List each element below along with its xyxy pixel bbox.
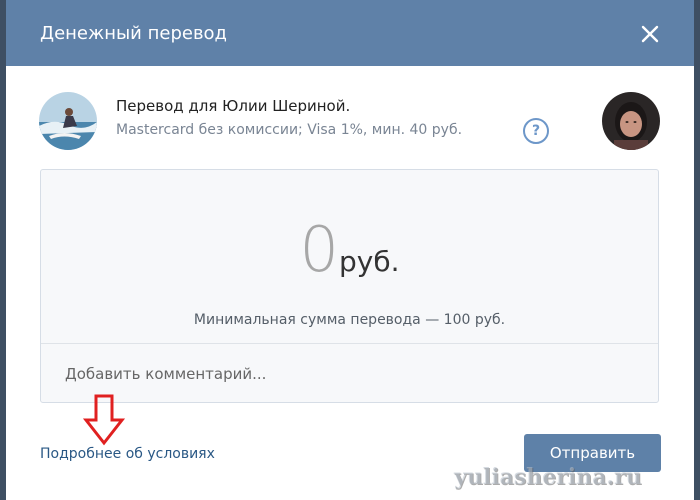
terms-link[interactable]: Подробнее об условиях — [40, 444, 215, 464]
minimum-amount-note: Минимальная сумма перевода — 100 руб. — [193, 312, 506, 328]
divider — [41, 343, 658, 344]
dialog-header: Денежный перевод — [6, 0, 694, 66]
recipient-row: Перевод для Юлии Шериной. Mastercard без… — [6, 88, 694, 152]
close-icon — [641, 25, 659, 43]
close-button[interactable] — [636, 20, 664, 48]
amount-value: 0 — [299, 213, 339, 286]
recipient-avatar[interactable] — [602, 92, 660, 150]
sender-avatar[interactable] — [39, 92, 97, 150]
dialog-title: Денежный перевод — [40, 23, 228, 44]
backdrop-right — [694, 0, 700, 500]
surfer-photo-icon — [39, 92, 97, 150]
fee-info: Mastercard без комиссии; Visa 1%, мин. 4… — [116, 122, 463, 138]
watermark: yuliasherina.ru — [454, 464, 642, 490]
question-icon: ? — [531, 123, 541, 139]
money-transfer-dialog: Денежный перевод Перевод для Юлии Шерино… — [6, 0, 694, 500]
amount-panel: 0руб. Минимальная сумма перевода — 100 р… — [40, 169, 659, 403]
down-arrow-icon — [82, 393, 126, 447]
comment-input[interactable] — [63, 358, 637, 390]
recipient-name: Перевод для Юлии Шериной. — [116, 97, 351, 115]
amount-currency: руб. — [338, 245, 400, 278]
amount-field[interactable]: 0руб. — [41, 214, 658, 298]
help-button[interactable]: ? — [523, 118, 549, 144]
portrait-photo-icon — [602, 92, 660, 150]
